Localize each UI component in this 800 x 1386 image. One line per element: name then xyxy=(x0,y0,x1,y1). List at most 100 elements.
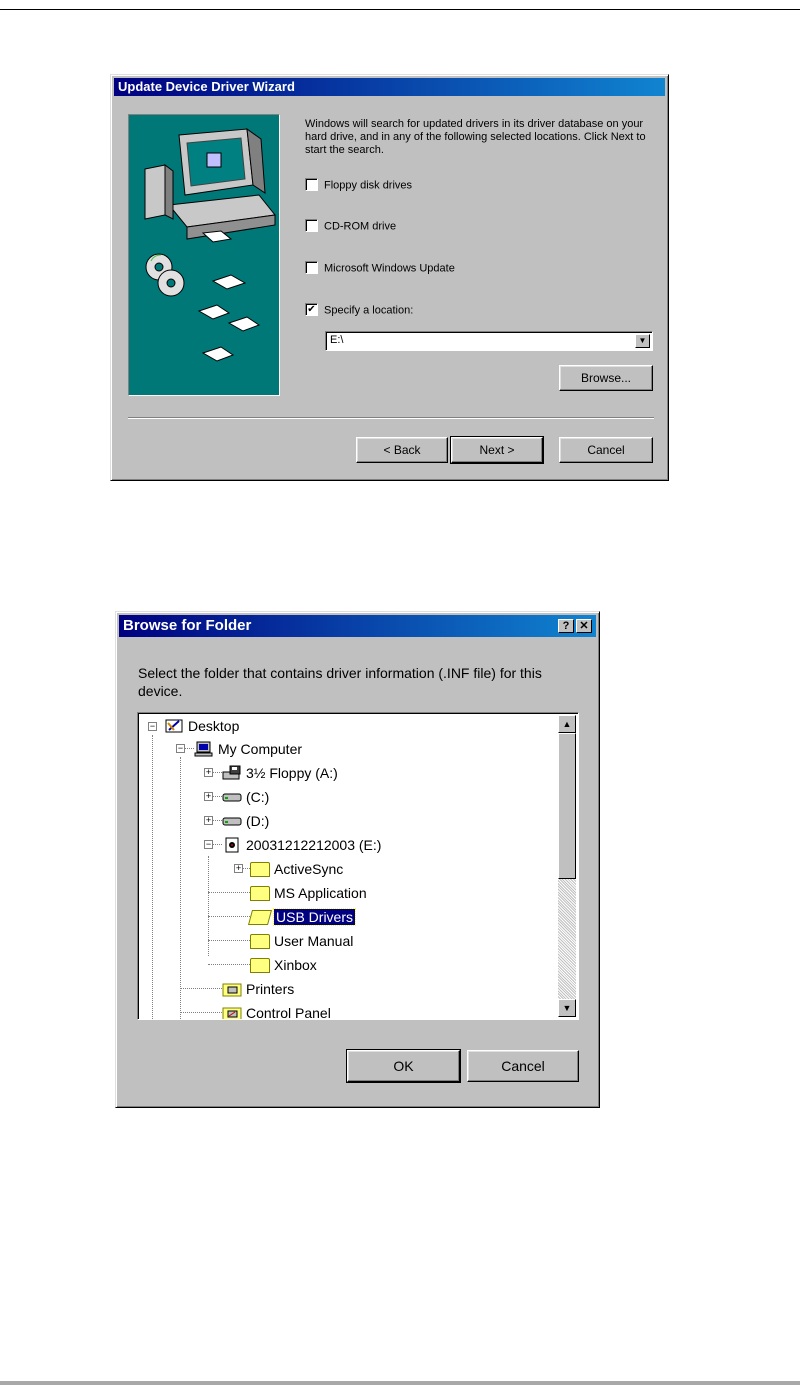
back-button[interactable]: < Back xyxy=(356,437,448,463)
location-value[interactable]: E:\ xyxy=(330,334,343,346)
tree-item-activesync[interactable]: ActiveSync xyxy=(250,858,343,880)
tree-item-drive-c[interactable]: (C:) xyxy=(222,786,269,808)
option-cdrom-drive[interactable]: CD-ROM drive xyxy=(305,219,397,234)
ok-button[interactable]: OK xyxy=(346,1049,461,1083)
folder-icon xyxy=(250,885,270,901)
tree-item-label: Printers xyxy=(246,981,295,997)
browse-cancel-button-label: Cancel xyxy=(501,1058,545,1074)
floppy-label: Floppy disk drives xyxy=(324,179,413,192)
wizard-cancel-button-label: Cancel xyxy=(587,443,625,457)
tree-item-label: Xinbox xyxy=(274,957,317,973)
tree-item-label: Control Panel xyxy=(246,1005,331,1020)
tree-line xyxy=(184,748,194,749)
back-button-label: < Back xyxy=(383,443,421,457)
browse-title: Browse for Folder xyxy=(123,617,252,634)
collapse-icon[interactable]: − xyxy=(176,744,185,753)
tree-item-xinbox[interactable]: Xinbox xyxy=(250,954,317,976)
tree-item-label: (C:) xyxy=(246,789,270,805)
tree-line xyxy=(212,820,222,821)
tree-line xyxy=(180,988,222,989)
tree-line xyxy=(212,796,222,797)
scrollbar-thumb[interactable] xyxy=(558,733,576,879)
open-folder-icon xyxy=(247,909,273,925)
close-icon[interactable]: ✕ xyxy=(576,619,592,633)
folder-icon xyxy=(250,957,270,973)
specify-location-label: Specify a location: xyxy=(324,304,414,317)
tree-line xyxy=(208,892,250,893)
browse-instructions: Select the folder that contains driver i… xyxy=(138,665,542,699)
tree-item-label: My Computer xyxy=(218,741,303,757)
computer-and-disks-icon xyxy=(144,127,276,362)
tree-item-label: User Manual xyxy=(274,933,354,949)
tree-item-label: Desktop xyxy=(188,718,240,734)
tree-line xyxy=(152,735,153,1019)
specify-location-checkbox[interactable]: ✔ xyxy=(305,303,318,316)
tree-item-printers[interactable]: Printers xyxy=(222,978,294,1000)
cd-drive-icon xyxy=(225,837,239,853)
floppy-icon xyxy=(222,765,241,780)
folder-icon xyxy=(250,933,270,949)
expand-icon[interactable]: + xyxy=(204,792,213,801)
computer-icon xyxy=(194,741,213,757)
tree-item-floppy-a[interactable]: 3½ Floppy (A:) xyxy=(222,762,338,784)
folder-icon xyxy=(250,861,270,877)
tree-item-control-panel[interactable]: Control Panel xyxy=(222,1002,331,1020)
tree-item-my-computer[interactable]: My Computer xyxy=(194,738,302,760)
dropdown-arrow-icon[interactable]: ▼ xyxy=(635,334,650,348)
expand-icon[interactable]: + xyxy=(234,864,243,873)
browse-titlebar: Browse for Folder ? ✕ xyxy=(119,615,596,637)
tree-item-label: 3½ Floppy (A:) xyxy=(246,765,338,781)
tree-line xyxy=(180,757,181,1019)
tree-item-usb-drivers[interactable]: USB Drivers xyxy=(247,906,357,928)
tree-line xyxy=(208,916,250,917)
expand-icon[interactable]: + xyxy=(204,816,213,825)
tree-item-label-selected: USB Drivers xyxy=(272,908,357,926)
browse-button-label: Browse... xyxy=(580,371,631,385)
scroll-up-icon[interactable]: ▲ xyxy=(558,715,576,733)
tree-item-drive-d[interactable]: (D:) xyxy=(222,810,269,832)
tree-scrollbar[interactable]: ▲ ▼ xyxy=(558,715,576,1017)
windows-update-label: Microsoft Windows Update xyxy=(324,262,455,275)
desktop-icon xyxy=(165,719,183,733)
windows-update-checkbox[interactable] xyxy=(305,261,318,274)
next-button[interactable]: Next > xyxy=(450,436,544,464)
option-windows-update[interactable]: Microsoft Windows Update xyxy=(305,261,455,276)
page-top-rule xyxy=(0,9,800,10)
browse-button[interactable]: Browse... xyxy=(559,365,653,391)
wizard-cancel-button[interactable]: Cancel xyxy=(559,437,653,463)
location-combobox[interactable]: E:\ ▼ xyxy=(325,331,653,351)
tree-item-user-manual[interactable]: User Manual xyxy=(250,930,353,952)
next-button-label: Next > xyxy=(479,443,515,457)
option-specify-location[interactable]: ✔ Specify a location: xyxy=(305,303,414,318)
expand-icon[interactable]: + xyxy=(204,768,213,777)
tree-line xyxy=(208,964,250,965)
wizard-separator xyxy=(128,417,654,419)
page-bottom-rule xyxy=(0,1381,800,1385)
wizard-title: Update Device Driver Wizard xyxy=(114,78,665,96)
wizard-intro-text: Windows will search for updated drivers … xyxy=(305,118,646,156)
collapse-icon[interactable]: − xyxy=(204,840,213,849)
tree-line xyxy=(180,1012,222,1013)
tree-item-drive-e[interactable]: 20031212212003 (E:) xyxy=(222,834,381,856)
tree-item-label: 20031212212003 (E:) xyxy=(246,837,382,853)
folder-tree[interactable]: − − + + + − + Desktop My Computer 3½ Flo… xyxy=(137,712,579,1020)
tree-item-desktop[interactable]: Desktop xyxy=(164,715,239,737)
cdrom-label: CD-ROM drive xyxy=(324,220,397,233)
drive-icon xyxy=(222,817,242,826)
floppy-checkbox[interactable] xyxy=(305,178,318,191)
browse-cancel-button[interactable]: Cancel xyxy=(467,1050,579,1082)
tree-item-label: MS Application xyxy=(274,885,367,901)
collapse-icon[interactable]: − xyxy=(148,722,157,731)
tree-line xyxy=(212,772,222,773)
printer-folder-icon xyxy=(222,983,242,997)
tree-item-ms-application[interactable]: MS Application xyxy=(250,882,367,904)
tree-line xyxy=(212,844,222,845)
help-icon[interactable]: ? xyxy=(558,619,574,633)
option-floppy-disk-drives[interactable]: Floppy disk drives xyxy=(305,178,413,193)
scroll-down-icon[interactable]: ▼ xyxy=(558,999,576,1017)
ok-button-label: OK xyxy=(393,1058,414,1074)
wizard-illustration xyxy=(128,114,280,396)
tree-line xyxy=(208,856,209,956)
cdrom-checkbox[interactable] xyxy=(305,219,318,232)
drive-icon xyxy=(222,793,242,802)
